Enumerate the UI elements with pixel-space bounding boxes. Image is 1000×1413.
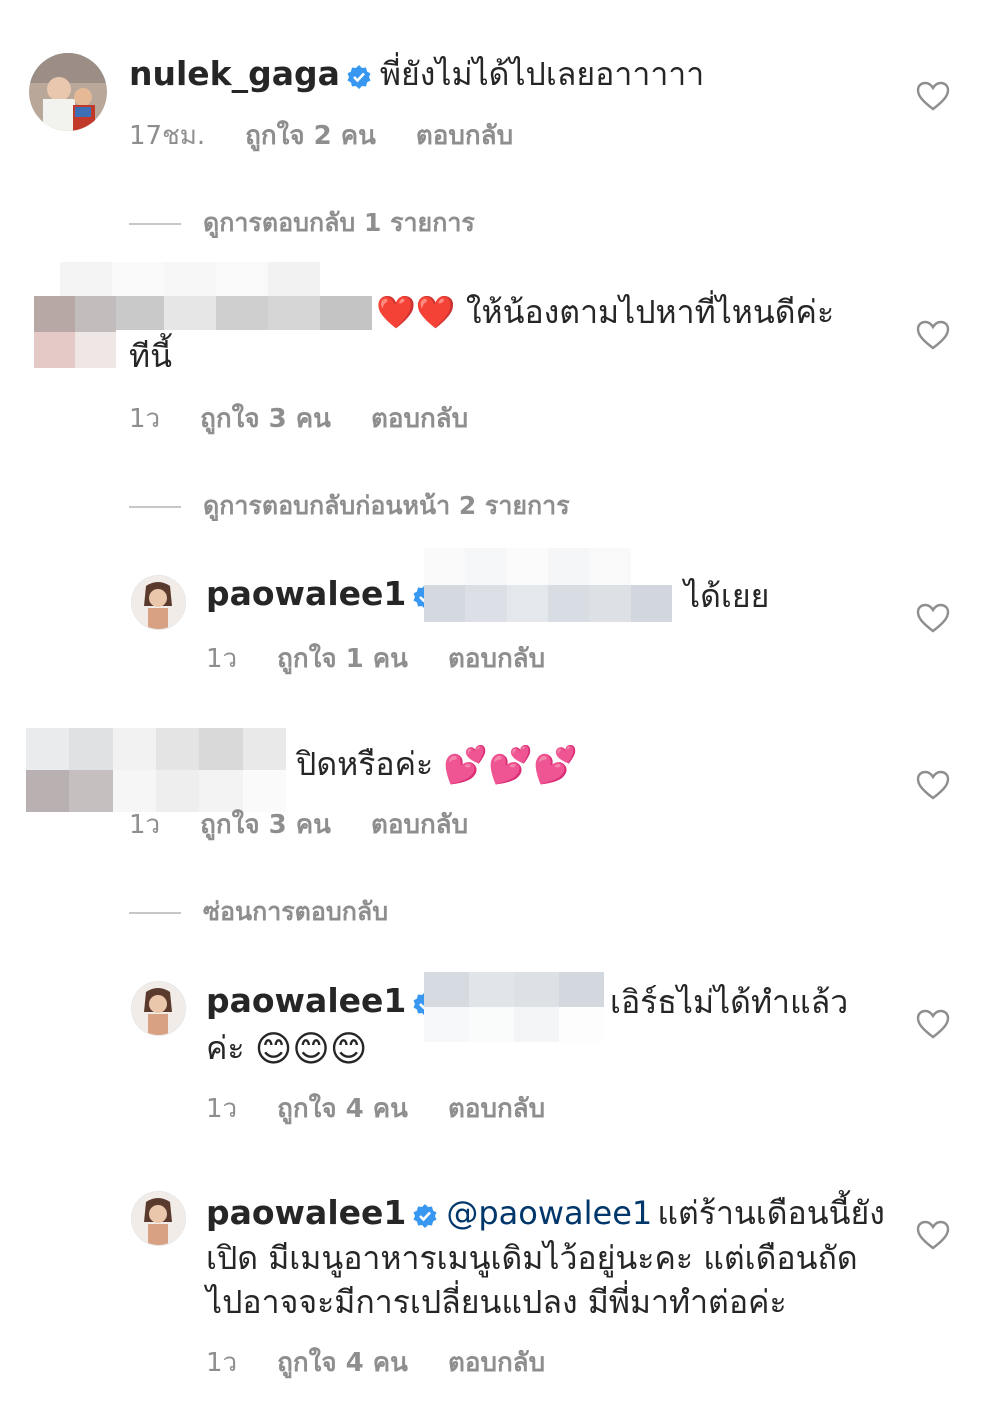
timestamp[interactable]: 1ว (206, 1094, 237, 1124)
comment-meta: 17ชม. ถูกใจ 2 คน ตอบกลับ (129, 115, 553, 156)
reply-button[interactable]: ตอบกลับ (448, 1094, 545, 1124)
comment-meta: 1ว ถูกใจ 3 คน ตอบกลับ (129, 398, 508, 439)
timestamp[interactable]: 1ว (206, 1348, 237, 1378)
verified-badge-icon (413, 1203, 437, 1228)
avatar[interactable] (131, 575, 186, 630)
timestamp[interactable]: 1ว (206, 644, 237, 674)
comment-meta: 1ว ถูกใจ 4 คน ตอบกลับ (206, 1342, 585, 1383)
divider-line (129, 223, 181, 225)
comment-text-line3: ไปอาจจะมีการเปลี่ยนแปลง มีพี่มาทำต่อค่ะ (206, 1283, 787, 1321)
likes-count[interactable]: ถูกใจ 3 คน (200, 404, 331, 434)
smile-emoji: 😊😊😊 (254, 1029, 368, 1070)
username-link[interactable]: paowalee1 (206, 981, 406, 1020)
timestamp[interactable]: 1ว (129, 404, 160, 434)
blurred-mention (424, 972, 604, 1042)
timestamp[interactable]: 1ว (129, 810, 160, 840)
view-previous-replies-button[interactable]: ดูการตอบกลับก่อนหน้า 2 รายการ (129, 486, 570, 526)
hearts-emoji: 💕💕💕 (443, 745, 578, 786)
comment-text: ได้เยย (684, 577, 770, 615)
likes-count[interactable]: ถูกใจ 3 คน (200, 810, 331, 840)
reply-button[interactable]: ตอบกลับ (448, 1348, 545, 1378)
comment-meta: 1ว ถูกใจ 4 คน ตอบกลับ (206, 1088, 585, 1129)
comment-header: paowalee1 (206, 981, 446, 1021)
view-replies-button[interactable]: ดูการตอบกลับ 1 รายการ (129, 203, 475, 243)
blurred-mention (424, 548, 672, 622)
like-heart-icon[interactable] (916, 1008, 950, 1042)
mention-link[interactable]: @paowalee1 (446, 1194, 652, 1232)
likes-count[interactable]: ถูกใจ 2 คน (245, 121, 376, 151)
avatar[interactable] (131, 1191, 186, 1246)
comment-text: พี่ยังไม่ได้ไปเลยอาาาาา (379, 55, 705, 93)
likes-count[interactable]: ถูกใจ 4 คน (277, 1348, 408, 1378)
reply-button[interactable]: ตอบกลับ (448, 644, 545, 674)
comment-text: ปิดหรือค่ะ 💕💕💕 (296, 745, 578, 786)
like-heart-icon[interactable] (916, 769, 950, 803)
comment-text: ❤️❤️ ให้น้องตามไปหาที่ไหนดีค่ะ (376, 293, 835, 331)
username-link[interactable]: nulek_gaga (129, 54, 340, 93)
avatar[interactable] (29, 53, 107, 131)
username-link[interactable]: paowalee1 (206, 574, 406, 613)
timestamp[interactable]: 17ชม. (129, 121, 205, 151)
verified-badge-icon (347, 64, 371, 89)
username-link[interactable]: paowalee1 (206, 1193, 406, 1232)
comment-text-line2: ทีนี้ (129, 337, 172, 375)
comment-text-line2: ค่ะ 😊😊😊 (206, 1029, 368, 1070)
comment-text: เอิร์ธไม่ได้ทำแล้ว (610, 983, 849, 1021)
comment-header: nulek_gaga พี่ยังไม่ได้ไปเลยอาาาาา (129, 52, 704, 96)
comment-meta: 1ว ถูกใจ 3 คน ตอบกลับ (129, 804, 508, 845)
comment-text: แต่ร้านเดือนนี้ยัง (657, 1194, 885, 1232)
avatar[interactable] (131, 981, 186, 1036)
comment-meta: 1ว ถูกใจ 1 คน ตอบกลับ (206, 638, 585, 679)
comment-header: paowalee1 (206, 574, 446, 614)
divider-line (129, 506, 181, 508)
like-heart-icon[interactable] (916, 80, 950, 114)
like-heart-icon[interactable] (916, 319, 950, 353)
likes-count[interactable]: ถูกใจ 1 คน (277, 644, 408, 674)
comment-header: paowalee1 @paowalee1 แต่ร้านเดือนนี้ยัง (206, 1191, 885, 1235)
hide-replies-button[interactable]: ซ่อนการตอบกลับ (129, 892, 388, 932)
blurred-user[interactable] (26, 728, 286, 812)
reply-button[interactable]: ตอบกลับ (371, 404, 468, 434)
comment-text-line2: เปิด มีเมนูอาหารเมนูเดิมไว้อยู่นะคะ แต่เ… (206, 1239, 858, 1277)
reply-button[interactable]: ตอบกลับ (416, 121, 513, 151)
like-heart-icon[interactable] (916, 1219, 950, 1253)
likes-count[interactable]: ถูกใจ 4 คน (277, 1094, 408, 1124)
like-heart-icon[interactable] (916, 602, 950, 636)
avatar[interactable] (34, 296, 116, 368)
divider-line (129, 912, 181, 914)
reply-button[interactable]: ตอบกลับ (371, 810, 468, 840)
